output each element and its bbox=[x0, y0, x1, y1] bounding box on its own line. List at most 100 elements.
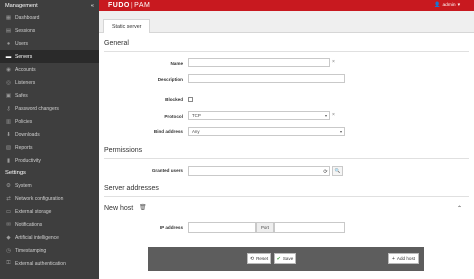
clear-name-icon[interactable]: × bbox=[332, 59, 335, 65]
collapse-host-icon[interactable]: ⌃ bbox=[457, 205, 462, 212]
user-menu[interactable]: 👤 admin ▾ bbox=[434, 2, 460, 8]
sidebar-item-external-authentication[interactable]: ⚿ External authentication bbox=[0, 257, 99, 270]
sidebar-item-notifications[interactable]: ✉ Notifications bbox=[0, 218, 99, 231]
policies-icon: ▥ bbox=[5, 118, 12, 125]
sidebar-item-productivity[interactable]: ▮ Productivity bbox=[0, 154, 99, 167]
main-content: Static server General Name × Description… bbox=[99, 11, 474, 279]
settings-label: Settings bbox=[5, 170, 26, 176]
divider bbox=[104, 196, 469, 197]
logo-separator: | bbox=[130, 2, 134, 9]
description-input[interactable] bbox=[188, 74, 345, 83]
section-server-addresses-title: Server addresses bbox=[104, 185, 159, 192]
protocol-value: TCP bbox=[192, 113, 201, 118]
sidebar-item-timestamping[interactable]: ◷ Timestamping bbox=[0, 244, 99, 257]
topbar: FUDO|PAM 👤 admin ▾ bbox=[99, 0, 474, 11]
reset-button[interactable]: ⟲ Reset bbox=[247, 253, 271, 264]
sidebar-item-password-changers[interactable]: ⚷ Password changers bbox=[0, 102, 99, 115]
sidebar-item-users[interactable]: ● Users bbox=[0, 37, 99, 50]
sidebar-item-servers[interactable]: ▬ Servers bbox=[0, 50, 99, 63]
sidebar-item-downloads[interactable]: ⬇ Downloads bbox=[0, 128, 99, 141]
reports-icon: ▧ bbox=[5, 144, 12, 151]
external-auth-icon: ⚿ bbox=[6, 260, 11, 266]
add-host-label: Add host bbox=[396, 256, 416, 261]
search-button[interactable]: 🔍 bbox=[332, 166, 343, 176]
plus-icon: + bbox=[391, 255, 395, 262]
reset-label: Reset bbox=[256, 256, 269, 261]
trash-icon[interactable]: 🗑 bbox=[139, 204, 147, 211]
blocked-label: Blocked bbox=[165, 97, 183, 102]
sidebar-item-label: Listeners bbox=[15, 79, 36, 86]
sidebar-item-label: Downloads bbox=[15, 131, 40, 138]
sidebar-item-label: Accounts bbox=[15, 66, 36, 73]
sidebar-item-label: Timestamping bbox=[15, 247, 47, 254]
logo-pam: PAM bbox=[134, 2, 151, 9]
save-label: Save bbox=[282, 256, 294, 261]
sidebar-item-listeners[interactable]: ◎ Listeners bbox=[0, 76, 99, 89]
section-general-title: General bbox=[104, 40, 129, 47]
granted-users-input[interactable] bbox=[188, 166, 330, 176]
collapse-sidebar-icon[interactable]: « bbox=[91, 3, 94, 9]
accounts-icon: ◉ bbox=[6, 66, 11, 73]
protocol-label: Protocol bbox=[164, 114, 183, 119]
sidebar-item-reports[interactable]: ▧ Reports bbox=[0, 141, 99, 154]
check-icon: ✔ bbox=[276, 255, 281, 262]
user-name: admin bbox=[442, 2, 456, 8]
protocol-select[interactable]: TCP ▾ bbox=[188, 111, 330, 120]
granted-users-label: Granted users bbox=[151, 168, 183, 173]
sidebar: Management « ▦ Dashboard ▤ Sessions ● Users ▬ S… bbox=[0, 0, 99, 279]
sidebar-item-external-storage[interactable]: ▭ External storage bbox=[0, 205, 99, 218]
system-icon: ⚙ bbox=[6, 182, 11, 189]
listeners-icon: ◎ bbox=[6, 79, 11, 86]
blocked-checkbox[interactable] bbox=[188, 97, 193, 102]
sidebar-item-label: Sessions bbox=[15, 27, 36, 34]
bind-address-value: Any bbox=[192, 129, 200, 134]
name-input[interactable] bbox=[188, 58, 330, 67]
sidebar-item-network-configuration[interactable]: ⇄ Network configuration bbox=[0, 192, 99, 205]
form-footer: ⟲ Reset ✔ Save + Add host bbox=[148, 247, 424, 271]
timestamping-icon: ◷ bbox=[6, 247, 11, 254]
downloads-icon: ⬇ bbox=[6, 131, 11, 138]
refresh-icon[interactable]: ⟳ bbox=[321, 167, 330, 176]
network-icon: ⇄ bbox=[6, 195, 11, 202]
name-label: Name bbox=[170, 61, 183, 66]
sidebar-item-label: Reports bbox=[15, 144, 33, 151]
section-permissions-title: Permissions bbox=[104, 147, 143, 154]
new-host-title: New host bbox=[104, 205, 134, 212]
sidebar-item-label: External storage bbox=[15, 208, 52, 215]
productivity-icon: ▮ bbox=[6, 157, 11, 164]
ip-address-label: IP address bbox=[159, 225, 183, 230]
divider bbox=[104, 51, 469, 52]
settings-header: Settings bbox=[0, 167, 99, 179]
ip-address-input[interactable] bbox=[188, 222, 256, 233]
safes-icon: ▣ bbox=[5, 92, 12, 99]
sidebar-item-artificial-intelligence[interactable]: ◆ Artificial intelligence bbox=[0, 231, 99, 244]
bind-address-label: Bind address bbox=[153, 129, 183, 134]
port-input[interactable] bbox=[274, 222, 345, 233]
tab-static-server[interactable]: Static server bbox=[103, 19, 151, 33]
servers-icon: ▬ bbox=[5, 53, 12, 60]
tab-bar: Static server bbox=[99, 11, 474, 33]
sidebar-item-label: External authentication bbox=[15, 260, 66, 267]
sidebar-item-system[interactable]: ⚙ System bbox=[0, 179, 99, 192]
port-label: Port bbox=[256, 222, 274, 233]
sidebar-item-label: Servers bbox=[15, 53, 33, 60]
management-label: Management bbox=[5, 2, 38, 9]
sidebar-item-label: Dashboard bbox=[15, 14, 40, 21]
sidebar-item-label: Notifications bbox=[15, 221, 43, 228]
save-button[interactable]: ✔ Save bbox=[274, 253, 296, 264]
sidebar-item-policies[interactable]: ▥ Policies bbox=[0, 115, 99, 128]
sidebar-item-sessions[interactable]: ▤ Sessions bbox=[0, 24, 99, 37]
add-host-button[interactable]: + Add host bbox=[388, 253, 419, 264]
sidebar-item-safes[interactable]: ▣ Safes bbox=[0, 89, 99, 102]
dashboard-icon: ▦ bbox=[5, 14, 12, 21]
divider bbox=[104, 158, 469, 159]
password-changers-icon: ⚷ bbox=[6, 105, 11, 112]
user-icon: 👤 bbox=[434, 2, 441, 8]
sidebar-item-accounts[interactable]: ◉ Accounts bbox=[0, 63, 99, 76]
clear-protocol-icon[interactable]: × bbox=[332, 112, 335, 118]
sidebar-item-label: Password changers bbox=[15, 105, 59, 112]
sidebar-item-dashboard[interactable]: ▦ Dashboard bbox=[0, 11, 99, 24]
chevron-down-icon: ▾ bbox=[457, 2, 460, 8]
bind-address-select[interactable]: Any ▾ bbox=[188, 127, 345, 136]
management-header: Management « bbox=[0, 0, 99, 11]
